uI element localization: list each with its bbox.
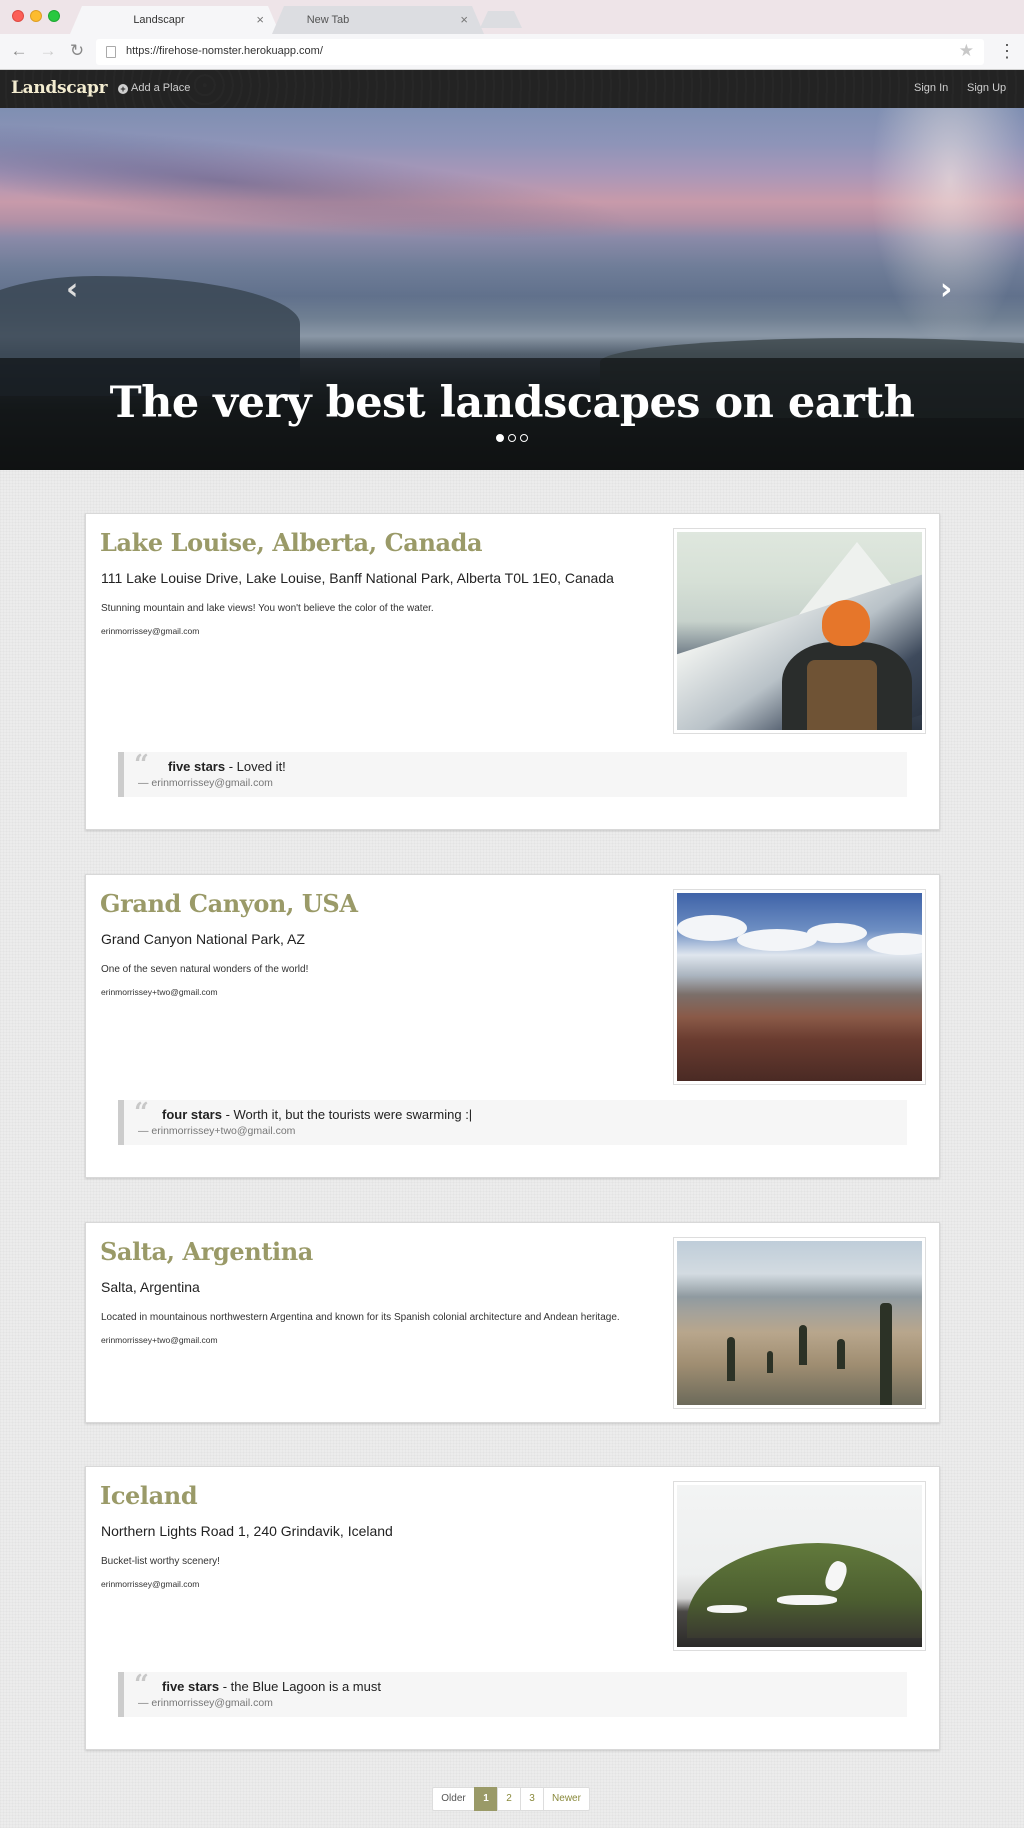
window-zoom-button[interactable] (48, 10, 60, 22)
place-photo (673, 528, 926, 734)
pagination-page-2[interactable]: 2 (497, 1787, 521, 1811)
browser-toolbar: ← → ↻ https://firehose-nomster.herokuapp… (0, 34, 1024, 70)
place-card: Grand Canyon, USA Grand Canyon National … (85, 874, 940, 1178)
hero-image-cloud (0, 111, 643, 265)
review-comment: - the Blue Lagoon is a must (219, 1679, 381, 1694)
quote-icon: “ (134, 1098, 149, 1128)
tab-landscapr[interactable]: Landscapr × (70, 6, 280, 34)
review-rating: five stars (162, 1679, 220, 1694)
place-description: Stunning mountain and lake views! You wo… (101, 603, 434, 614)
new-tab-button[interactable] (480, 11, 522, 28)
review-text: five stars - the Blue Lagoon is a must (162, 1679, 381, 1694)
quote-icon: “ (134, 750, 149, 780)
page-icon (106, 46, 116, 58)
place-description: Bucket-list worthy scenery! (101, 1556, 220, 1567)
place-address: 111 Lake Louise Drive, Lake Louise, Banf… (101, 570, 614, 586)
carousel-dot[interactable] (520, 434, 528, 442)
place-photo (673, 889, 926, 1085)
place-card: Lake Louise, Alberta, Canada 111 Lake Lo… (85, 513, 940, 830)
place-author-email: erinmorrissey@gmail.com (101, 626, 200, 636)
review-comment: - Loved it! (225, 759, 286, 774)
close-icon[interactable]: × (256, 6, 264, 34)
photo-hiker-mountain (677, 532, 922, 730)
window-close-button[interactable] (12, 10, 24, 22)
pagination-page-1[interactable]: 1 (474, 1787, 498, 1811)
review-rating: five stars (168, 759, 226, 774)
brand-logo[interactable]: Landscapr (11, 78, 108, 98)
photo-green-mountain (677, 1485, 922, 1647)
place-title[interactable]: Salta, Argentina (100, 1237, 313, 1266)
place-title[interactable]: Lake Louise, Alberta, Canada (100, 528, 483, 557)
back-arrow-icon[interactable]: ← (9, 41, 29, 61)
place-description: One of the seven natural wonders of the … (101, 964, 309, 975)
review-text: five stars - Loved it! (168, 759, 286, 774)
reload-icon[interactable]: ↻ (67, 41, 87, 61)
browser-tabstrip: Landscapr × New Tab × (0, 0, 1024, 34)
add-place-label: Add a Place (131, 82, 191, 94)
tab-title: Landscapr (133, 14, 185, 26)
quote-icon: “ (134, 1670, 149, 1700)
window-minimize-button[interactable] (30, 10, 42, 22)
kebab-menu-icon[interactable]: ⋮ (998, 41, 1016, 61)
place-author-email: erinmorrissey@gmail.com (101, 1579, 200, 1589)
review-text: four stars - Worth it, but the tourists … (162, 1107, 472, 1122)
review-blockquote: “ five stars - Loved it! — erinmorrissey… (118, 750, 907, 797)
forward-arrow-icon[interactable]: → (38, 41, 58, 61)
pagination-page-3[interactable]: 3 (520, 1787, 544, 1811)
chevron-right-icon[interactable]: › (940, 272, 952, 307)
pagination-newer[interactable]: Newer (543, 1787, 590, 1811)
review-comment: - Worth it, but the tourists were swarmi… (221, 1107, 473, 1122)
address-bar[interactable]: https://firehose-nomster.herokuapp.com/ … (96, 39, 984, 65)
place-address: Grand Canyon National Park, AZ (101, 931, 305, 947)
sign-in-link[interactable]: Sign In (914, 82, 948, 94)
url-text[interactable]: https://firehose-nomster.herokuapp.com/ (126, 45, 323, 57)
photo-cactus-valley (677, 1241, 922, 1405)
place-author-email: erinmorrissey+two@gmail.com (101, 1335, 218, 1345)
carousel-dot[interactable] (496, 434, 504, 442)
review-author: — erinmorrissey+two@gmail.com (138, 1125, 296, 1137)
pagination-older[interactable]: Older (432, 1787, 475, 1811)
place-photo (673, 1481, 926, 1651)
site-navbar: Landscapr + Add a Place Sign In Sign Up (0, 70, 1024, 108)
carousel-dot[interactable] (508, 434, 516, 442)
review-blockquote: “ five stars - the Blue Lagoon is a must… (118, 1670, 907, 1717)
chevron-left-icon[interactable]: ‹ (66, 272, 78, 307)
place-card: Salta, Argentina Salta, Argentina Locate… (85, 1222, 940, 1423)
place-photo (673, 1237, 926, 1409)
hero-image-glow (870, 108, 1024, 348)
carousel-indicators (0, 434, 1024, 442)
bookmark-star-icon[interactable]: ★ (959, 41, 974, 61)
add-place-link[interactable]: + Add a Place (118, 82, 190, 94)
close-icon[interactable]: × (460, 6, 468, 34)
place-description: Located in mountainous northwestern Arge… (101, 1312, 620, 1323)
hero-carousel: The very best landscapes on earth ‹ › (0, 108, 1024, 470)
plus-circle-icon: + (118, 84, 128, 94)
place-card: Iceland Northern Lights Road 1, 240 Grin… (85, 1466, 940, 1750)
place-author-email: erinmorrissey+two@gmail.com (101, 987, 218, 997)
photo-canyon (677, 893, 922, 1081)
review-author: — erinmorrissey@gmail.com (138, 777, 273, 789)
review-author: — erinmorrissey@gmail.com (138, 1697, 273, 1709)
place-title[interactable]: Grand Canyon, USA (100, 889, 358, 918)
place-address: Northern Lights Road 1, 240 Grindavik, I… (101, 1523, 393, 1539)
review-blockquote: “ four stars - Worth it, but the tourist… (118, 1098, 907, 1145)
hero-title: The very best landscapes on earth (109, 378, 915, 428)
pagination: Older 1 2 3 Newer (432, 1787, 590, 1811)
tab-new-tab[interactable]: New Tab × (272, 6, 484, 34)
sign-up-link[interactable]: Sign Up (967, 82, 1006, 94)
review-rating: four stars (162, 1107, 222, 1122)
place-title[interactable]: Iceland (100, 1481, 198, 1510)
tab-title: New Tab (306, 14, 350, 26)
place-address: Salta, Argentina (101, 1279, 200, 1295)
